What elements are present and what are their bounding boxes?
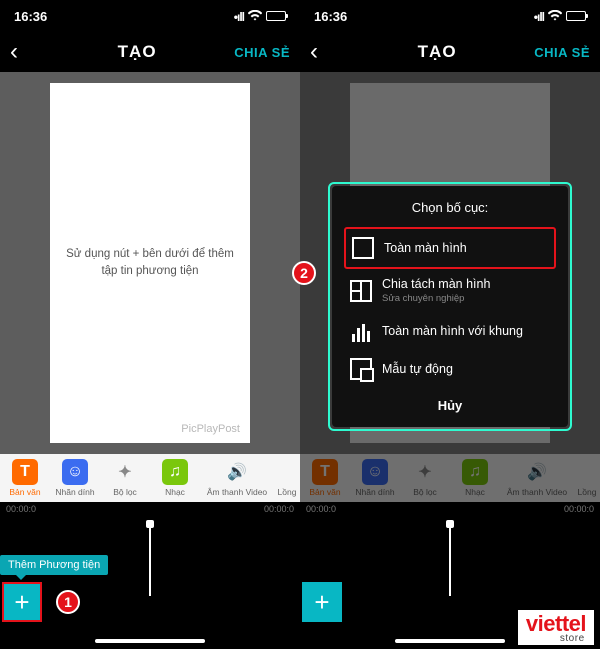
status-time: 16:36	[14, 9, 47, 24]
auto-icon	[350, 358, 372, 380]
status-bar: 16:36	[0, 0, 300, 32]
battery-icon	[266, 11, 286, 21]
status-indicators	[534, 9, 586, 24]
split-icon	[350, 280, 372, 302]
sticker-icon: ☺	[62, 459, 88, 485]
text-icon: T	[12, 459, 38, 485]
add-media-button[interactable]: +	[302, 582, 342, 622]
track[interactable]	[0, 520, 300, 550]
layout-option-frame[interactable]: Toàn màn hình với khung	[344, 312, 556, 350]
home-indicator[interactable]	[395, 639, 505, 643]
signal-icon	[234, 9, 244, 24]
layout-split-label: Chia tách màn hình	[382, 277, 490, 291]
share-button[interactable]: CHIA SẺ	[234, 45, 290, 60]
tool-overflow-label: Lồng	[274, 487, 300, 497]
tool-overflow[interactable]: Lồng	[274, 459, 300, 497]
tool-sticker-label: Nhãn dính	[50, 487, 100, 497]
watermark: PicPlayPost	[181, 423, 240, 435]
status-time: 16:36	[314, 9, 347, 24]
layout-split-sub: Sửa chuyên nghiệp	[382, 293, 490, 304]
overflow-icon	[274, 459, 300, 485]
tool-sticker[interactable]: ☺ Nhãn dính	[50, 459, 100, 497]
layout-dialog: Chọn bố cục: Toàn màn hình Chia tách màn…	[328, 182, 572, 431]
tool-sound[interactable]: 🔊 Âm thanh Video	[200, 459, 274, 497]
layout-option-auto[interactable]: Mẫu tự động	[344, 350, 556, 388]
track[interactable]	[300, 520, 600, 550]
nav-bar: ‹ TẠO CHIA SẺ	[300, 32, 600, 72]
step-badge-2: 2	[292, 261, 316, 285]
music-icon: ♫	[162, 459, 188, 485]
dialog-title: Chọn bố cục:	[344, 200, 556, 215]
back-button[interactable]: ‹	[310, 38, 340, 66]
status-indicators	[234, 9, 286, 24]
timecodes: 00:00:0 00:00:0	[0, 502, 300, 516]
add-media-tooltip: Thêm Phương tiện	[0, 555, 108, 575]
back-button[interactable]: ‹	[10, 38, 40, 66]
tool-music-label: Nhạc	[150, 487, 200, 497]
tool-filter[interactable]: ✦ Bộ lọc	[100, 459, 150, 497]
placeholder-text: Sử dụng nút + bên dưới để thêm tập tin p…	[60, 246, 240, 281]
nav-title: TẠO	[340, 42, 534, 62]
step-badge-1: 1	[56, 590, 80, 614]
frame-icon	[350, 320, 372, 342]
toolrow-dim	[300, 454, 600, 502]
add-media-button[interactable]: +	[2, 582, 42, 622]
signal-icon	[534, 9, 544, 24]
layout-option-full[interactable]: Toàn màn hình	[344, 227, 556, 269]
tool-text-label: Bản văn	[0, 487, 50, 497]
timecodes: 00:00:0 00:00:0	[300, 502, 600, 516]
home-indicator[interactable]	[95, 639, 205, 643]
tool-sound-label: Âm thanh Video	[200, 487, 274, 497]
status-bar: 16:36	[300, 0, 600, 32]
sound-icon: 🔊	[224, 459, 250, 485]
nav-title: TẠO	[40, 42, 234, 62]
phone-right: 16:36 ‹ TẠO CHIA SẺ T Bản văn ☺	[300, 0, 600, 649]
phone-left: 16:36 ‹ TẠO CHIA SẺ Sử dụng nút + bên dư…	[0, 0, 300, 649]
dialog-cancel[interactable]: Hủy	[344, 388, 556, 417]
tool-filter-label: Bộ lọc	[100, 487, 150, 497]
timeline[interactable]: 00:00:0 00:00:0	[300, 502, 600, 602]
time-start: 00:00:0	[6, 504, 36, 514]
preview-canvas[interactable]: Sử dụng nút + bên dưới để thêm tập tin p…	[50, 83, 250, 443]
time-end: 00:00:0	[564, 504, 594, 514]
nav-bar: ‹ TẠO CHIA SẺ	[0, 32, 300, 72]
fullscreen-icon	[352, 237, 374, 259]
filter-icon: ✦	[112, 459, 138, 485]
playhead[interactable]	[149, 526, 151, 596]
wifi-icon	[548, 9, 562, 24]
wifi-icon	[248, 9, 262, 24]
timeline[interactable]: 00:00:0 00:00:0	[0, 502, 300, 602]
tool-row: T Bản văn ☺ Nhãn dính ✦ Bộ lọc ♫ Nhạc 🔊 …	[0, 454, 300, 502]
layout-option-split[interactable]: Chia tách màn hình Sửa chuyên nghiệp	[344, 269, 556, 312]
share-button[interactable]: CHIA SẺ	[534, 45, 590, 60]
layout-auto-label: Mẫu tự động	[382, 362, 453, 376]
playhead[interactable]	[449, 526, 451, 596]
battery-icon	[566, 11, 586, 21]
tool-text[interactable]: T Bản văn	[0, 459, 50, 497]
time-start: 00:00:0	[306, 504, 336, 514]
brand-sub: store	[560, 634, 586, 643]
tool-music[interactable]: ♫ Nhạc	[150, 459, 200, 497]
brand-main: viettel	[526, 614, 586, 634]
time-end: 00:00:0	[264, 504, 294, 514]
layout-full-label: Toàn màn hình	[384, 241, 467, 255]
preview-area: Sử dụng nút + bên dưới để thêm tập tin p…	[0, 72, 300, 454]
layout-frame-label: Toàn màn hình với khung	[382, 324, 523, 338]
brand-logo: viettel store	[518, 610, 594, 645]
